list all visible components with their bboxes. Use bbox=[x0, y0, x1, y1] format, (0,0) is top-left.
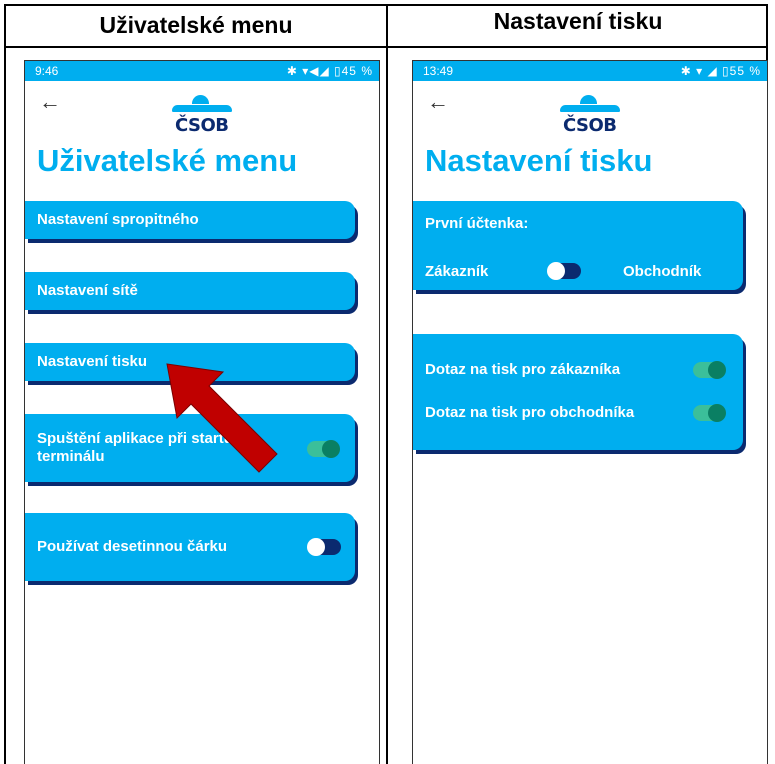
panel-divider bbox=[386, 4, 388, 764]
status-icons: ✱ ▾ ◢ ▯55 % bbox=[680, 64, 761, 78]
first-receipt-card: První účtenka: Zákazník Obchodník bbox=[413, 201, 743, 290]
page-title: Uživatelské menu bbox=[37, 143, 298, 178]
logo-text: ČSOB bbox=[563, 115, 617, 136]
red-arrow-icon bbox=[166, 363, 278, 473]
menu-item-label: Nastavení spropitného bbox=[37, 211, 199, 228]
decimal-comma-toggle[interactable] bbox=[307, 538, 341, 556]
customer-query-label: Dotaz na tisk pro zákazníka bbox=[425, 361, 621, 378]
right-panel-title: Nastavení tisku bbox=[493, 8, 663, 34]
menu-item-label: Nastavení tisku bbox=[37, 353, 148, 370]
status-icons: ✱ ▾◀◢ ▯45 % bbox=[286, 64, 373, 78]
status-bar: 13:49 ✱ ▾ ◢ ▯55 % bbox=[413, 61, 767, 81]
print-query-card: Dotaz na tisk pro zákazníka Dotaz na tis… bbox=[413, 334, 743, 450]
logo-text: ČSOB bbox=[175, 115, 229, 136]
merchant-query-label: Dotaz na tisk pro obchodníka bbox=[425, 404, 635, 421]
menu-item-label-line2: terminálu bbox=[37, 448, 105, 465]
status-time: 13:49 bbox=[423, 64, 454, 78]
status-bar: 9:46 ✱ ▾◀◢ ▯45 % bbox=[25, 61, 379, 81]
receipt-merchant-label: Obchodník bbox=[623, 263, 702, 280]
left-panel-title: Uživatelské menu bbox=[99, 12, 293, 38]
menu-item-label: Používat desetinnou čárku bbox=[37, 538, 228, 555]
header-divider bbox=[4, 46, 768, 48]
first-receipt-title: První účtenka: bbox=[425, 215, 529, 232]
menu-item-decimal-comma[interactable]: Používat desetinnou čárku bbox=[25, 513, 355, 581]
app-topbar: ← ČSOB bbox=[25, 81, 379, 136]
right-phone-screen: 13:49 ✱ ▾ ◢ ▯55 % ← ČSOB Nastavení tisku… bbox=[412, 60, 768, 764]
receipt-customer-label: Zákazník bbox=[425, 263, 489, 280]
csob-logo: ČSOB bbox=[560, 95, 620, 137]
menu-item-tip-settings[interactable]: Nastavení spropitného bbox=[25, 201, 355, 239]
menu-item-label: Nastavení sítě bbox=[37, 282, 138, 299]
menu-item-network-settings[interactable]: Nastavení sítě bbox=[25, 272, 355, 310]
page-title: Nastavení tisku bbox=[425, 143, 653, 178]
status-time: 9:46 bbox=[35, 64, 59, 78]
arrow-left-icon[interactable]: ← bbox=[427, 89, 449, 115]
first-receipt-toggle[interactable] bbox=[547, 262, 581, 280]
arrow-left-icon[interactable]: ← bbox=[39, 89, 61, 115]
app-topbar: ← ČSOB bbox=[413, 81, 767, 136]
csob-logo: ČSOB bbox=[172, 95, 232, 137]
merchant-query-toggle[interactable] bbox=[693, 404, 726, 422]
customer-query-toggle[interactable] bbox=[693, 361, 726, 379]
autostart-toggle[interactable] bbox=[307, 440, 340, 458]
